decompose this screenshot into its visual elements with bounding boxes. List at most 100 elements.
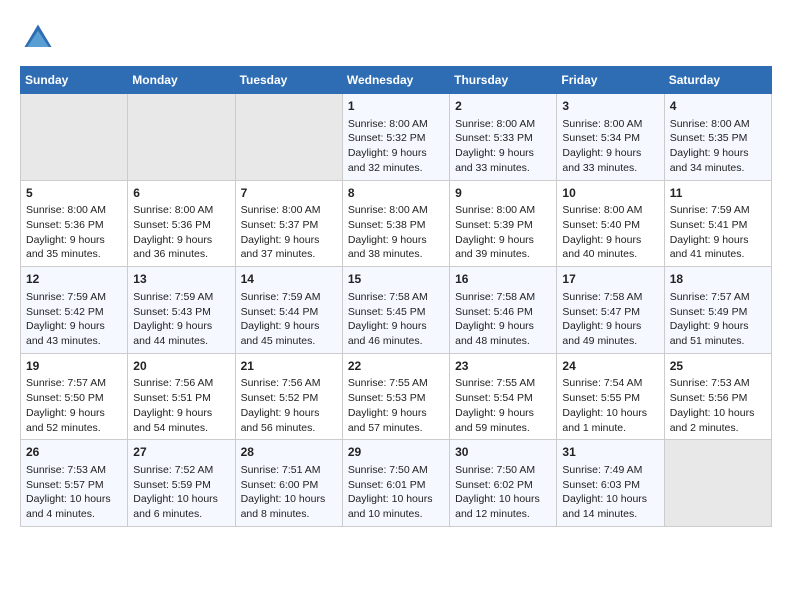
daylight: Daylight: 9 hours and 40 minutes. xyxy=(562,234,641,261)
daylight: Daylight: 9 hours and 56 minutes. xyxy=(241,407,320,434)
daylight: Daylight: 9 hours and 41 minutes. xyxy=(670,234,749,261)
sunset: Sunset: 5:54 PM xyxy=(455,392,533,404)
sunset: Sunset: 5:38 PM xyxy=(348,219,426,231)
day-number: 13 xyxy=(133,271,229,288)
calendar-cell: 16 Sunrise: 7:58 AM Sunset: 5:46 PM Dayligh… xyxy=(450,267,557,354)
calendar-cell: 10Sunrise: 8:00 AMSunset: 5:40 PMDayligh… xyxy=(557,180,664,267)
sunset: Sunset: 5:47 PM xyxy=(562,306,640,318)
sunrise: Sunrise: 7:49 AM xyxy=(562,464,642,476)
calendar-cell: 31Sunrise: 7:49 AMSunset: 6:03 PMDayligh… xyxy=(557,440,664,527)
day-header: Sunday xyxy=(21,67,128,94)
sunset: Sunset: 5:33 PM xyxy=(455,132,533,144)
day-number: 10 xyxy=(562,185,658,202)
sunrise: Sunrise: 7:50 AM xyxy=(348,464,428,476)
daylight: Daylight: 10 hours and 8 minutes. xyxy=(241,493,326,520)
calendar-cell: 22Sunrise: 7:55 AMSunset: 5:53 PMDayligh… xyxy=(342,353,449,440)
sunset: Sunset: 5:44 PM xyxy=(241,306,319,318)
daylight: Daylight: 9 hours and 43 minutes. xyxy=(26,320,105,347)
calendar-cell: 1Sunrise: 8:00 AMSunset: 5:32 PMDaylight… xyxy=(342,94,449,181)
calendar-cell: 26Sunrise: 7:53 AMSunset: 5:57 PMDayligh… xyxy=(21,440,128,527)
sunrise: Sunrise: 7:53 AM xyxy=(26,464,106,476)
calendar-cell: 23Sunrise: 7:55 AMSunset: 5:54 PMDayligh… xyxy=(450,353,557,440)
calendar-cell: 19Sunrise: 7:57 AMSunset: 5:50 PMDayligh… xyxy=(21,353,128,440)
calendar-cell: 4Sunrise: 8:00 AMSunset: 5:35 PMDaylight… xyxy=(664,94,771,181)
sunset: Sunset: 5:39 PM xyxy=(455,219,533,231)
daylight: Daylight: 10 hours and 1 minute. xyxy=(562,407,647,434)
sunrise: Sunrise: 8:00 AM xyxy=(348,204,428,216)
sunset: Sunset: 6:02 PM xyxy=(455,479,533,491)
daylight: Daylight: 10 hours and 10 minutes. xyxy=(348,493,433,520)
calendar-cell: 30Sunrise: 7:50 AMSunset: 6:02 PMDayligh… xyxy=(450,440,557,527)
daylight: Daylight: 9 hours and 38 minutes. xyxy=(348,234,427,261)
sunrise: Sunrise: 7:52 AM xyxy=(133,464,213,476)
daylight: Daylight: 9 hours and 44 minutes. xyxy=(133,320,212,347)
sunrise: Sunrise: 7:55 AM xyxy=(348,377,428,389)
daylight: Daylight: 9 hours and 57 minutes. xyxy=(348,407,427,434)
calendar-cell: 24Sunrise: 7:54 AMSunset: 5:55 PMDayligh… xyxy=(557,353,664,440)
calendar-cell xyxy=(235,94,342,181)
page-header xyxy=(20,20,772,56)
logo xyxy=(20,20,60,56)
calendar-cell: 27Sunrise: 7:52 AMSunset: 5:59 PMDayligh… xyxy=(128,440,235,527)
sunset: Sunset: 5:36 PM xyxy=(133,219,211,231)
daylight: Daylight: 9 hours and 54 minutes. xyxy=(133,407,212,434)
sunrise: Sunrise: 7:50 AM xyxy=(455,464,535,476)
sunrise: Sunrise: 7:51 AM xyxy=(241,464,321,476)
day-number: 9 xyxy=(455,185,551,202)
calendar-cell: 29Sunrise: 7:50 AMSunset: 6:01 PMDayligh… xyxy=(342,440,449,527)
sunrise: Sunrise: 7:58 AM xyxy=(348,291,428,303)
calendar-week-row: 12Sunrise: 7:59 AMSunset: 5:42 PMDayligh… xyxy=(21,267,772,354)
day-number: 12 xyxy=(26,271,122,288)
sunset: Sunset: 5:35 PM xyxy=(670,132,748,144)
daylight: Daylight: 9 hours and 49 minutes. xyxy=(562,320,641,347)
calendar-table: SundayMondayTuesdayWednesdayThursdayFrid… xyxy=(20,66,772,527)
sunset: Sunset: 5:51 PM xyxy=(133,392,211,404)
sunset: Sunset: 5:56 PM xyxy=(670,392,748,404)
day-number: 31 xyxy=(562,444,658,461)
calendar-cell: 21Sunrise: 7:56 AMSunset: 5:52 PMDayligh… xyxy=(235,353,342,440)
sunrise: Sunrise: 7:59 AM xyxy=(26,291,106,303)
sunrise: Sunrise: 7:59 AM xyxy=(670,204,750,216)
daylight: Daylight: 9 hours and 59 minutes. xyxy=(455,407,534,434)
day-number: 26 xyxy=(26,444,122,461)
calendar-cell: 15Sunrise: 7:58 AMSunset: 5:45 PMDayligh… xyxy=(342,267,449,354)
sunset: Sunset: 5:32 PM xyxy=(348,132,426,144)
sunrise: Sunrise: 7:58 AM xyxy=(562,291,642,303)
daylight: Daylight: 9 hours and 48 minutes. xyxy=(455,320,534,347)
sunset: Sunset: 6:00 PM xyxy=(241,479,319,491)
calendar-cell: 14Sunrise: 7:59 AMSunset: 5:44 PMDayligh… xyxy=(235,267,342,354)
calendar-week-row: 5 Sunrise: 8:00 AM Sunset: 5:36 PM Daylight… xyxy=(21,180,772,267)
day-number: 5 xyxy=(26,185,122,202)
calendar-week-row: 19Sunrise: 7:57 AMSunset: 5:50 PMDayligh… xyxy=(21,353,772,440)
sunset: Sunset: 5:46 PM xyxy=(455,306,533,318)
sunrise: Sunrise: 7:56 AM xyxy=(133,377,213,389)
day-number: 4 xyxy=(670,98,766,115)
calendar-cell xyxy=(664,440,771,527)
day-header: Thursday xyxy=(450,67,557,94)
sunset: Sunset: 5:34 PM xyxy=(562,132,640,144)
day-number: 6 xyxy=(133,185,229,202)
day-header: Wednesday xyxy=(342,67,449,94)
logo-icon xyxy=(20,20,56,56)
daylight: Daylight: 9 hours and 37 minutes. xyxy=(241,234,320,261)
daylight: Daylight: 9 hours and 35 minutes. xyxy=(26,234,105,261)
calendar-cell xyxy=(128,94,235,181)
calendar-body: 1Sunrise: 8:00 AMSunset: 5:32 PMDaylight… xyxy=(21,94,772,527)
day-number: 16 xyxy=(455,271,551,288)
day-header: Friday xyxy=(557,67,664,94)
sunset: Sunset: 5:55 PM xyxy=(562,392,640,404)
calendar-cell: 2Sunrise: 8:00 AMSunset: 5:33 PMDaylight… xyxy=(450,94,557,181)
day-number: 23 xyxy=(455,358,551,375)
day-number: 7 xyxy=(241,185,337,202)
sunrise: Sunrise: 7:53 AM xyxy=(670,377,750,389)
day-number: 30 xyxy=(455,444,551,461)
sunset: Sunset: 5:36 PM xyxy=(26,219,104,231)
sunrise: Sunrise: 8:00 AM xyxy=(348,118,428,130)
calendar-cell: 17Sunrise: 7:58 AMSunset: 5:47 PMDayligh… xyxy=(557,267,664,354)
sunrise: Sunrise: 8:00 AM xyxy=(133,204,213,216)
calendar-cell: 8Sunrise: 8:00 AMSunset: 5:38 PMDaylight… xyxy=(342,180,449,267)
calendar-cell: 25Sunrise: 7:53 AMSunset: 5:56 PMDayligh… xyxy=(664,353,771,440)
sunrise: Sunrise: 7:58 AM xyxy=(455,291,535,303)
daylight: Daylight: 9 hours and 36 minutes. xyxy=(133,234,212,261)
calendar-cell: 20Sunrise: 7:56 AMSunset: 5:51 PMDayligh… xyxy=(128,353,235,440)
